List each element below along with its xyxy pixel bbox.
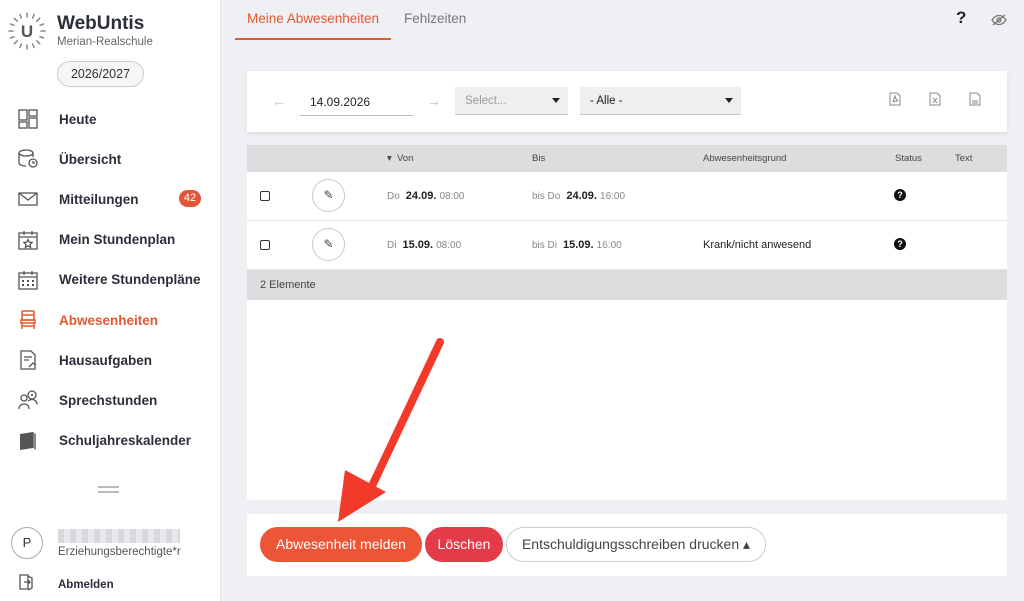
column-header-von[interactable]: Von	[397, 153, 413, 164]
to-cell: bis Do 24.09. 16:00	[532, 190, 625, 202]
column-header-text[interactable]: Text	[955, 153, 972, 164]
sidebar-item-label: Schuljahreskalender	[59, 433, 192, 449]
dashboard-icon	[17, 108, 39, 130]
row-checkbox[interactable]	[260, 240, 270, 250]
book-icon	[17, 430, 39, 452]
status-question-icon[interactable]: ?	[894, 238, 906, 250]
from-weekday: Do	[387, 191, 400, 202]
excel-export-icon[interactable]	[929, 92, 941, 111]
table-row[interactable]: ✎ Do 24.09. 08:00 bis Do 24.09. 16:00 ?	[247, 172, 1007, 221]
chevron-down-icon	[725, 98, 733, 103]
to-date: 24.09.	[566, 190, 597, 202]
to-time: 16:00	[600, 191, 626, 202]
webuntis-logo: U	[8, 12, 46, 50]
logout-label: Abmelden	[58, 578, 114, 591]
people-icon	[17, 389, 39, 411]
sidebar-item-label: Abwesenheiten	[59, 312, 159, 328]
absences-table: ▾ Von Bis Abwesenheitsgrund Status Text …	[247, 145, 1007, 500]
status-question-icon[interactable]: ?	[894, 189, 906, 201]
sidebar-item-abwesenheiten[interactable]: Abwesenheiten	[0, 300, 221, 340]
edit-pencil-icon[interactable]: ✎	[312, 179, 345, 212]
mail-icon	[17, 188, 39, 210]
report-absence-button[interactable]: Abwesenheit melden	[260, 527, 422, 562]
table-header: ▾ Von Bis Abwesenheitsgrund Status Text	[247, 145, 1007, 172]
column-header-status[interactable]: Status	[895, 153, 922, 164]
to-date: 15.09.	[563, 239, 594, 251]
sort-arrow-icon[interactable]: ▾	[387, 153, 392, 164]
column-header-bis[interactable]: Bis	[532, 153, 545, 164]
status-select[interactable]: - Alle -	[580, 87, 741, 115]
reason-select-value: Select...	[465, 95, 507, 107]
from-date: 15.09.	[402, 239, 434, 251]
school-year-button[interactable]: 2026/2027	[57, 61, 144, 87]
previous-date-arrow-icon[interactable]: ←	[272, 93, 286, 109]
sidebar-item-label: Mein Stundenplan	[59, 232, 176, 248]
unread-count-badge: 42	[179, 190, 201, 208]
sidebar-collapse-handle[interactable]	[98, 486, 119, 493]
to-weekday: bis Di	[532, 240, 558, 251]
logout-icon	[17, 573, 35, 596]
table-footer-count: 2 Elemente	[247, 270, 1007, 300]
sidebar-item-schuljahreskalender[interactable]: Schuljahreskalender	[0, 421, 221, 461]
csv-export-icon[interactable]	[969, 92, 981, 111]
from-time: 08:00	[436, 240, 462, 251]
sidebar-item-label: Übersicht	[59, 151, 122, 167]
visibility-toggle-icon[interactable]	[991, 13, 1007, 31]
to-time: 16:00	[596, 240, 622, 251]
sidebar-item-sprechstunden[interactable]: Sprechstunden	[0, 380, 221, 420]
sidebar: U WebUntis Merian-Realschule 2026/2027 H…	[0, 0, 221, 601]
next-date-arrow-icon[interactable]: →	[427, 93, 441, 109]
table-row[interactable]: ✎ Di 15.09. 08:00 bis Di 15.09. 16:00 Kran…	[247, 221, 1007, 270]
sidebar-item-hausaufgaben[interactable]: Hausaufgaben	[0, 340, 221, 380]
sidebar-item-uebersicht[interactable]: Übersicht	[0, 139, 221, 179]
sidebar-item-label: Sprechstunden	[59, 392, 158, 408]
user-role: Erziehungsberechtigte*r	[58, 546, 181, 558]
from-date: 24.09.	[405, 190, 437, 202]
logout-link[interactable]: Abmelden	[17, 573, 114, 596]
edit-pencil-icon[interactable]: ✎	[312, 228, 345, 261]
sidebar-item-label: Hausaufgaben	[59, 352, 153, 368]
action-bar: Abwesenheit melden Löschen Entschuldigun…	[247, 514, 1007, 576]
pdf-export-icon[interactable]	[889, 92, 901, 111]
tab-fehlzeiten[interactable]: Fehlzeiten	[404, 11, 466, 34]
avatar[interactable]: P	[11, 527, 43, 559]
homework-icon	[17, 349, 39, 371]
school-name: Merian-Realschule	[57, 36, 153, 48]
reason-cell: Krank/nicht anwesend	[703, 239, 812, 251]
calendar-star-icon	[17, 229, 39, 251]
from-cell: Do 24.09. 08:00	[387, 190, 464, 202]
overview-icon	[17, 148, 39, 170]
print-excuse-button[interactable]: Entschuldigungsschreiben drucken ▴	[506, 527, 766, 562]
to-cell: bis Di 15.09. 16:00	[532, 239, 622, 251]
sidebar-item-label: Heute	[59, 111, 97, 127]
chevron-down-icon	[552, 98, 560, 103]
sidebar-nav: Heute Übersicht Mitteilungen 42 Mein Stu…	[0, 99, 221, 461]
user-name-redacted	[58, 529, 180, 543]
calendar-grid-icon	[17, 269, 39, 291]
sidebar-item-label: Mitteilungen	[59, 191, 139, 207]
sidebar-item-mitteilungen[interactable]: Mitteilungen 42	[0, 179, 221, 219]
status-select-value: - Alle -	[590, 95, 623, 107]
tab-meine-abwesenheiten[interactable]: Meine Abwesenheiten	[235, 11, 391, 40]
column-header-grund[interactable]: Abwesenheitsgrund	[703, 153, 786, 164]
row-checkbox[interactable]	[260, 191, 270, 201]
help-icon[interactable]: ?	[956, 8, 966, 28]
from-weekday: Di	[387, 240, 397, 251]
chair-icon	[17, 309, 39, 331]
sidebar-item-mein-stundenplan[interactable]: Mein Stundenplan	[0, 220, 221, 260]
from-cell: Di 15.09. 08:00	[387, 239, 461, 251]
sidebar-item-label: Weitere Stundenpläne	[59, 272, 201, 288]
sidebar-item-heute[interactable]: Heute	[0, 99, 221, 139]
from-time: 08:00	[439, 191, 465, 202]
filter-bar: ← → Select... - Alle -	[247, 71, 1007, 132]
reason-select[interactable]: Select...	[455, 87, 568, 115]
date-input[interactable]	[300, 88, 413, 116]
svg-text:U: U	[21, 22, 33, 41]
to-weekday: bis Do	[532, 191, 561, 202]
app-name: WebUntis	[57, 13, 145, 34]
delete-button[interactable]: Löschen	[425, 527, 503, 562]
sidebar-item-weitere-stundenplaene[interactable]: Weitere Stundenpläne	[0, 260, 221, 300]
